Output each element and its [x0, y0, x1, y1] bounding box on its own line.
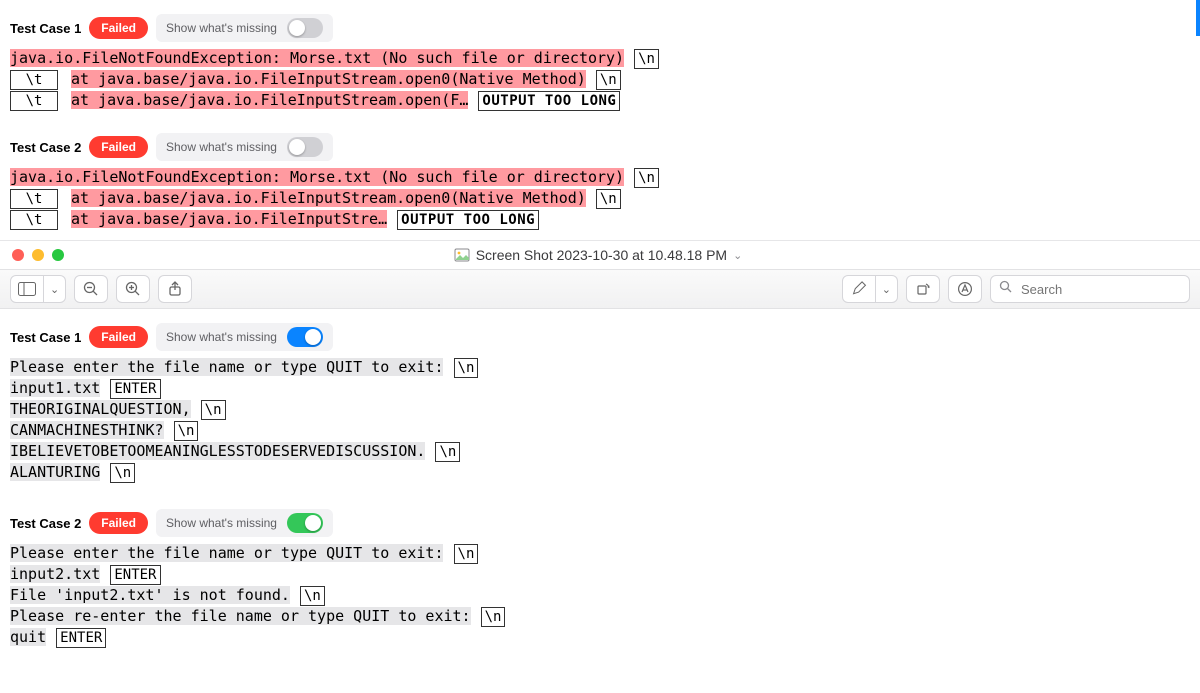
error-text: at java.base/java.io.FileInputStream.ope… — [71, 70, 586, 88]
enter-key-badge: ENTER — [110, 379, 160, 399]
failed-badge: Failed — [89, 512, 148, 534]
error-text: java.io.FileNotFoundException: Morse.txt… — [10, 49, 624, 67]
testcase-1-header-lower: Test Case 1 Failed Show what's missing — [10, 323, 1190, 351]
testcase-1-header: Test Case 1 Failed Show what's missing — [10, 14, 1190, 42]
show-missing-control[interactable]: Show what's missing — [156, 509, 333, 537]
search-icon — [999, 280, 1013, 299]
escape-newline: \n — [596, 189, 621, 209]
testcase-1-output-lower: Please enter the file name or type QUIT … — [10, 357, 1190, 483]
chevron-down-icon[interactable]: ⌄ — [733, 249, 742, 262]
failed-badge: Failed — [89, 326, 148, 348]
escape-tab: \t — [10, 189, 58, 209]
image-file-icon — [454, 247, 470, 263]
error-text: at java.base/java.io.FileInputStream.ope… — [71, 189, 586, 207]
markup-group: ⌄ — [842, 275, 898, 303]
search-input[interactable] — [1019, 281, 1169, 298]
expected-text: IBELIEVETOBETOOMEANINGLESSTODESERVEDISCU… — [10, 442, 425, 460]
escape-newline: \n — [454, 544, 479, 564]
chevron-down-icon: ⌄ — [882, 283, 891, 296]
markup-button[interactable] — [842, 275, 876, 303]
escape-newline: \n — [110, 463, 135, 483]
fullscreen-window-icon[interactable] — [52, 249, 64, 261]
error-text: at java.base/java.io.FileInputStream.ope… — [71, 91, 468, 109]
escape-newline: \n — [435, 442, 460, 462]
markup-chevron[interactable]: ⌄ — [876, 275, 898, 303]
traffic-lights[interactable] — [12, 249, 64, 261]
expected-text: Please enter the file name or type QUIT … — [10, 358, 443, 376]
testcase-2-output: java.io.FileNotFoundException: Morse.txt… — [10, 167, 1190, 230]
escape-newline: \n — [481, 607, 506, 627]
escape-newline: \n — [300, 586, 325, 606]
show-missing-label: Show what's missing — [166, 140, 277, 154]
lower-results-panel: Test Case 1 Failed Show what's missing P… — [0, 309, 1200, 648]
show-missing-control[interactable]: Show what's missing — [156, 133, 333, 161]
escape-newline: \n — [174, 421, 199, 441]
macos-preview-window: Screen Shot 2023-10-30 at 10.48.18 PM ⌄ … — [0, 240, 1200, 309]
output-too-long-badge: OUTPUT TOO LONG — [478, 91, 620, 111]
close-window-icon[interactable] — [12, 249, 24, 261]
chevron-down-icon: ⌄ — [50, 283, 59, 296]
expected-text: input2.txt — [10, 565, 100, 583]
escape-tab: \t — [10, 70, 58, 90]
show-missing-toggle[interactable] — [287, 137, 323, 157]
macos-titlebar[interactable]: Screen Shot 2023-10-30 at 10.48.18 PM ⌄ — [0, 241, 1200, 269]
output-too-long-badge: OUTPUT TOO LONG — [397, 210, 539, 230]
expected-text: File 'input2.txt' is not found. — [10, 586, 290, 604]
minimize-window-icon[interactable] — [32, 249, 44, 261]
show-missing-label: Show what's missing — [166, 516, 277, 530]
zoom-out-button[interactable] — [74, 275, 108, 303]
escape-newline: \n — [634, 168, 659, 188]
escape-newline: \n — [201, 400, 226, 420]
sidebar-view-button[interactable] — [10, 275, 44, 303]
testcase-2-title: Test Case 2 — [10, 140, 81, 155]
zoom-in-button[interactable] — [116, 275, 150, 303]
testcase-1-title: Test Case 1 — [10, 21, 81, 36]
escape-newline: \n — [596, 70, 621, 90]
testcase-1-output: java.io.FileNotFoundException: Morse.txt… — [10, 48, 1190, 111]
expected-text: CANMACHINESTHINK? — [10, 421, 164, 439]
search-field[interactable] — [990, 275, 1190, 303]
show-missing-label: Show what's missing — [166, 21, 277, 35]
enter-key-badge: ENTER — [110, 565, 160, 585]
expected-text: quit — [10, 628, 46, 646]
share-button[interactable] — [158, 275, 192, 303]
show-missing-control[interactable]: Show what's missing — [156, 323, 333, 351]
error-text: at java.base/java.io.FileInputStre… — [71, 210, 387, 228]
testcase-1-title-lower: Test Case 1 — [10, 330, 81, 345]
upper-results-panel: Test Case 1 Failed Show what's missing j… — [0, 0, 1200, 230]
right-edge-highlight — [1196, 0, 1200, 36]
sidebar-view-group: ⌄ — [10, 275, 66, 303]
escape-tab: \t — [10, 91, 58, 111]
show-missing-toggle[interactable] — [287, 18, 323, 38]
macos-toolbar: ⌄ ⌄ — [0, 269, 1200, 309]
expected-text: ALANTURING — [10, 463, 100, 481]
show-missing-label: Show what's missing — [166, 330, 277, 344]
show-missing-toggle[interactable] — [287, 327, 323, 347]
expected-text: input1.txt — [10, 379, 100, 397]
sidebar-view-chevron[interactable]: ⌄ — [44, 275, 66, 303]
expected-text: Please enter the file name or type QUIT … — [10, 544, 443, 562]
show-missing-control[interactable]: Show what's missing — [156, 14, 333, 42]
escape-newline: \n — [454, 358, 479, 378]
info-button[interactable] — [948, 275, 982, 303]
failed-badge: Failed — [89, 17, 148, 39]
escape-newline: \n — [634, 49, 659, 69]
failed-badge: Failed — [89, 136, 148, 158]
show-missing-toggle[interactable] — [287, 513, 323, 533]
testcase-2-output-lower: Please enter the file name or type QUIT … — [10, 543, 1190, 648]
error-text: java.io.FileNotFoundException: Morse.txt… — [10, 168, 624, 186]
expected-text: THEORIGINALQUESTION, — [10, 400, 191, 418]
testcase-2-header-lower: Test Case 2 Failed Show what's missing — [10, 509, 1190, 537]
expected-text: Please re-enter the file name or type QU… — [10, 607, 471, 625]
testcase-2-header: Test Case 2 Failed Show what's missing — [10, 133, 1190, 161]
escape-tab: \t — [10, 210, 58, 230]
window-title: Screen Shot 2023-10-30 at 10.48.18 PM — [476, 247, 727, 263]
testcase-2-title-lower: Test Case 2 — [10, 516, 81, 531]
enter-key-badge: ENTER — [56, 628, 106, 648]
rotate-button[interactable] — [906, 275, 940, 303]
